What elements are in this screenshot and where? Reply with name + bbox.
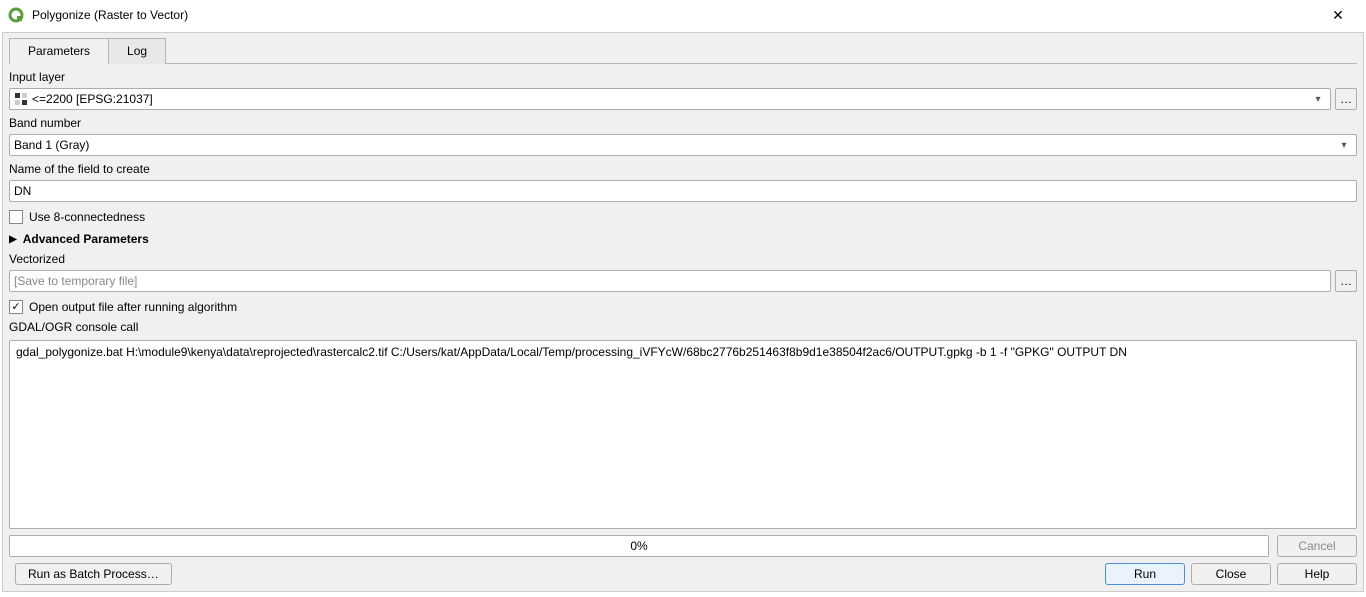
help-button[interactable]: Help: [1277, 563, 1357, 585]
band-number-select[interactable]: Band 1 (Gray) ▾: [9, 134, 1357, 156]
open-after-label: Open output file after running algorithm: [29, 300, 237, 314]
use-8conn-checkbox[interactable]: [9, 210, 23, 224]
vectorized-label: Vectorized: [9, 252, 1357, 266]
vectorized-input[interactable]: [Save to temporary file]: [9, 270, 1331, 292]
titlebar: Polygonize (Raster to Vector) ✕: [0, 0, 1366, 30]
qgis-icon: [8, 7, 24, 23]
open-after-checkbox[interactable]: [9, 300, 23, 314]
console-call-text: gdal_polygonize.bat H:\module9\kenya\dat…: [16, 345, 1127, 359]
batch-button[interactable]: Run as Batch Process…: [15, 563, 172, 585]
use-8conn-label: Use 8-connectedness: [29, 210, 145, 224]
input-layer-browse-button[interactable]: …: [1335, 88, 1357, 110]
field-name-label: Name of the field to create: [9, 162, 1357, 176]
vectorized-browse-button[interactable]: …: [1335, 270, 1357, 292]
field-name-input[interactable]: [9, 180, 1357, 202]
parameters-panel: Input layer <=2200 [EPSG:21037] ▾ … Band…: [9, 68, 1357, 529]
console-call-box: gdal_polygonize.bat H:\module9\kenya\dat…: [9, 340, 1357, 529]
window-title: Polygonize (Raster to Vector): [32, 8, 1318, 22]
cancel-button[interactable]: Cancel: [1277, 535, 1357, 557]
close-icon[interactable]: ✕: [1318, 7, 1358, 24]
tab-log-label: Log: [127, 44, 147, 58]
tab-log[interactable]: Log: [108, 38, 166, 64]
dialog-body: Parameters Log Input layer <=2200 [EPSG:…: [2, 32, 1364, 592]
tab-bar: Parameters Log: [9, 37, 1357, 64]
input-layer-value: <=2200 [EPSG:21037]: [32, 92, 153, 106]
raster-icon: [14, 92, 28, 106]
console-call-label: GDAL/OGR console call: [9, 320, 1357, 334]
progress-bar: 0%: [9, 535, 1269, 557]
input-layer-label: Input layer: [9, 70, 1357, 84]
field-name-value[interactable]: [14, 184, 1352, 198]
run-button[interactable]: Run: [1105, 563, 1185, 585]
advanced-parameters-toggle[interactable]: ▶ Advanced Parameters: [9, 232, 1357, 246]
chevron-down-icon: ▾: [1310, 94, 1326, 105]
close-button[interactable]: Close: [1191, 563, 1271, 585]
band-number-label: Band number: [9, 116, 1357, 130]
progress-text: 0%: [630, 539, 647, 553]
tab-parameters-label: Parameters: [28, 44, 90, 58]
advanced-label: Advanced Parameters: [23, 232, 149, 246]
vectorized-placeholder: [Save to temporary file]: [14, 274, 137, 288]
band-number-value: Band 1 (Gray): [14, 138, 1336, 152]
chevron-down-icon: ▾: [1336, 140, 1352, 151]
triangle-right-icon: ▶: [9, 234, 17, 245]
tab-parameters[interactable]: Parameters: [9, 38, 109, 64]
bottom-bar: 0% Cancel Run as Batch Process… Run Clos…: [9, 535, 1357, 585]
input-layer-select[interactable]: <=2200 [EPSG:21037] ▾: [9, 88, 1331, 110]
